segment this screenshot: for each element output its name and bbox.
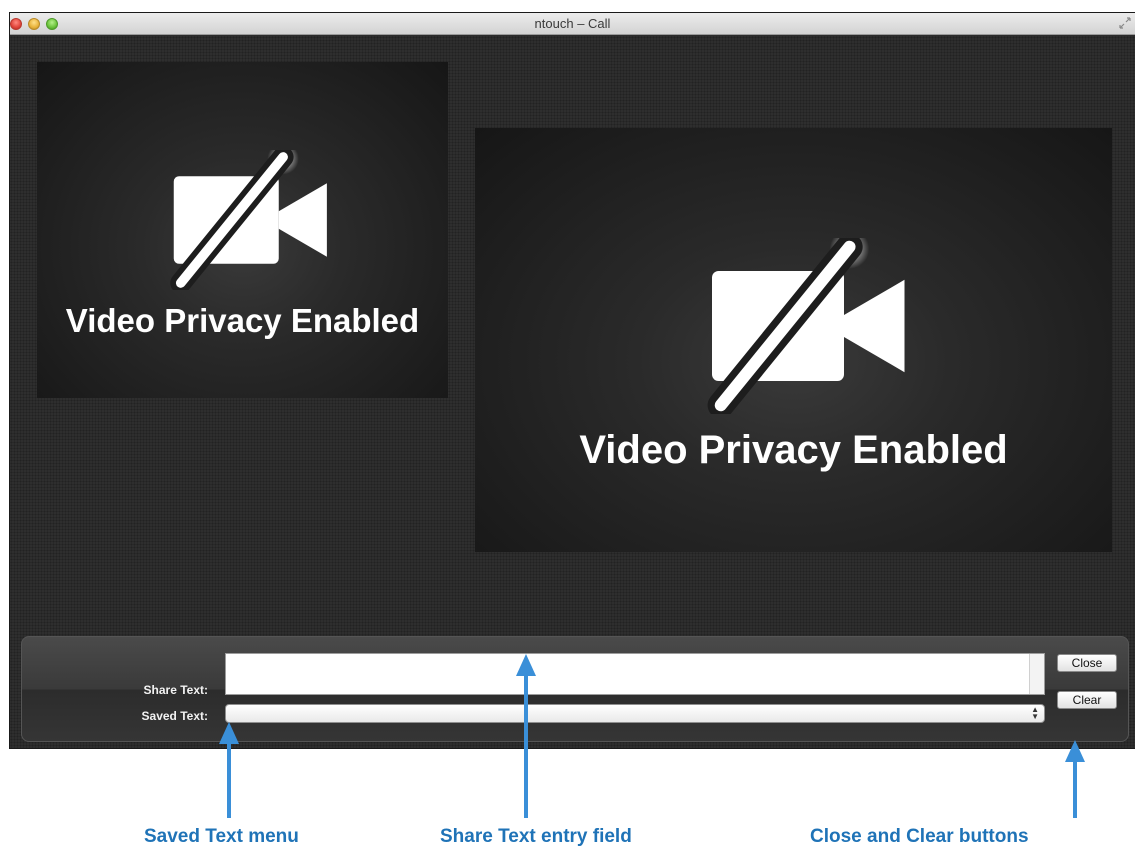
screenshot-canvas: ntouch – Call Video Privacy Enabled Vide… — [0, 0, 1135, 850]
share-text-panel: Share Text: Saved Text: ▲ ▼ Close Clear — [21, 636, 1129, 742]
fullscreen-icon[interactable] — [1119, 17, 1131, 29]
privacy-label-self: Video Privacy Enabled — [65, 302, 420, 339]
privacy-label-remote: Video Privacy Enabled — [579, 428, 1008, 472]
video-off-icon — [170, 150, 327, 290]
close-button[interactable]: Close — [1057, 654, 1117, 672]
share-text-label: Share Text: — [143, 683, 208, 697]
saved-text-menu[interactable]: ▲ ▼ — [225, 704, 1045, 723]
call-window: ntouch – Call Video Privacy Enabled Vide… — [10, 13, 1135, 748]
title-bar: ntouch – Call — [10, 13, 1135, 35]
select-updown-icon: ▲ ▼ — [1031, 705, 1039, 721]
share-text-field[interactable] — [225, 653, 1045, 695]
saved-text-label: Saved Text: — [141, 709, 208, 723]
callout-saved-text-menu: Saved Text menu — [144, 826, 299, 847]
arrow-share-text-icon — [516, 654, 536, 818]
window-title: ntouch – Call — [534, 16, 611, 31]
call-content: Video Privacy Enabled Video Privacy Enab… — [10, 36, 1135, 748]
video-off-icon — [707, 238, 905, 414]
remote-video-pane: Video Privacy Enabled — [475, 128, 1112, 552]
arrow-buttons-icon — [1065, 740, 1085, 818]
arrow-saved-text-icon — [219, 722, 239, 818]
share-text-scrollbar[interactable] — [1029, 654, 1044, 694]
callout-share-text-field: Share Text entry field — [440, 826, 632, 847]
clear-button[interactable]: Clear — [1057, 691, 1117, 709]
self-video-pane: Video Privacy Enabled — [37, 62, 448, 398]
callout-close-clear-buttons: Close and Clear buttons — [810, 826, 1029, 847]
